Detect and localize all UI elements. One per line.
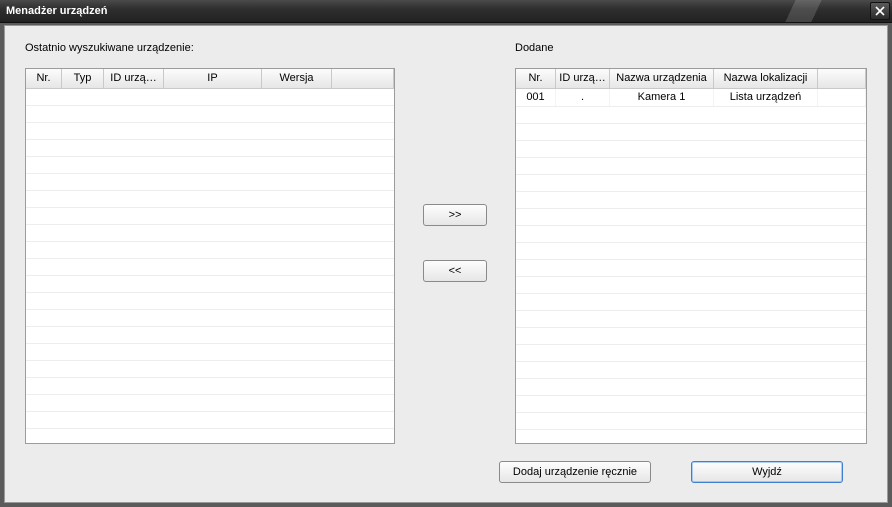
client-area: Ostatnio wyszukiwane urządzenie: Nr.TypI… <box>4 25 888 503</box>
table-row[interactable]: 001.Kamera 1Lista urządzeń <box>516 89 866 107</box>
discovered-header-version[interactable]: Wersja <box>262 69 332 88</box>
added-header-device_id[interactable]: ID urzą… <box>556 69 610 88</box>
close-button[interactable] <box>870 2 890 20</box>
transfer-buttons: >> << <box>395 42 515 444</box>
discovered-header-filler <box>332 69 394 88</box>
add-to-right-button[interactable]: >> <box>423 204 487 226</box>
added-cell-nr: 001 <box>516 89 556 106</box>
added-cell-location_name: Lista urządzeń <box>714 89 818 106</box>
window-title: Menadżer urządzeń <box>6 5 107 17</box>
added-panel: Dodane Nr.ID urzą…Nazwa urządzeniaNazwa … <box>515 42 867 444</box>
added-header-device_name[interactable]: Nazwa urządzenia <box>610 69 714 88</box>
added-header-nr[interactable]: Nr. <box>516 69 556 88</box>
titlebar-accent <box>750 0 870 22</box>
added-grid-header[interactable]: Nr.ID urzą…Nazwa urządzeniaNazwa lokaliz… <box>516 69 866 89</box>
discovered-grid-body[interactable] <box>26 89 394 443</box>
titlebar: Menadżer urządzeń <box>0 0 892 23</box>
footer-bar: Dodaj urządzenie ręcznie Wyjdź <box>25 444 867 486</box>
discovered-header-ip[interactable]: IP <box>164 69 262 88</box>
remove-from-right-button[interactable]: << <box>423 260 487 282</box>
added-label: Dodane <box>515 42 867 54</box>
discovered-header-device_id[interactable]: ID urzą… <box>104 69 164 88</box>
device-manager-window: Menadżer urządzeń Ostatnio wyszukiwane u… <box>0 0 892 507</box>
added-grid[interactable]: Nr.ID urzą…Nazwa urządzeniaNazwa lokaliz… <box>515 68 867 444</box>
add-manual-button[interactable]: Dodaj urządzenie ręcznie <box>499 461 651 483</box>
discovered-header-nr[interactable]: Nr. <box>26 69 62 88</box>
added-cell-device_id: . <box>556 89 610 106</box>
added-header-location_name[interactable]: Nazwa lokalizacji <box>714 69 818 88</box>
added-header-filler <box>818 69 866 88</box>
exit-button[interactable]: Wyjdź <box>691 461 843 483</box>
added-cell-device_name: Kamera 1 <box>610 89 714 106</box>
discovered-grid-header[interactable]: Nr.TypID urzą…IPWersja <box>26 69 394 89</box>
discovered-label: Ostatnio wyszukiwane urządzenie: <box>25 42 395 54</box>
discovered-grid[interactable]: Nr.TypID urzą…IPWersja <box>25 68 395 444</box>
discovered-panel: Ostatnio wyszukiwane urządzenie: Nr.TypI… <box>25 42 395 444</box>
added-grid-body[interactable]: 001.Kamera 1Lista urządzeń <box>516 89 866 443</box>
discovered-header-type[interactable]: Typ <box>62 69 104 88</box>
close-icon <box>875 6 885 16</box>
